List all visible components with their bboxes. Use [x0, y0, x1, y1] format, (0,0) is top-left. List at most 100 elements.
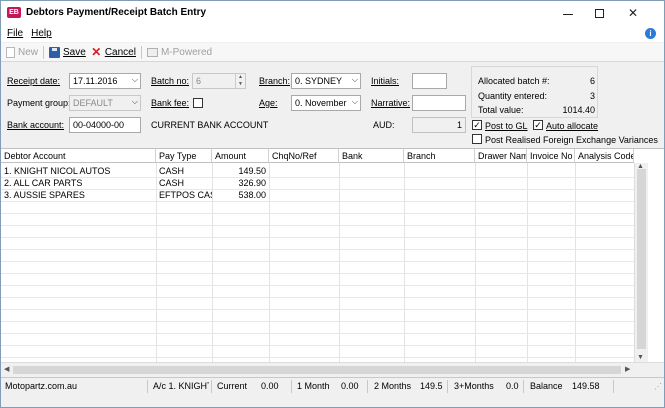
- status-1month-value: 0.00: [341, 381, 359, 391]
- menu-bar: File Help i: [1, 25, 664, 42]
- auto-allocate-checkbox[interactable]: ✓: [533, 120, 543, 130]
- close-icon: ✕: [627, 6, 639, 20]
- branch-select[interactable]: 0. SYDNEY ⌵: [291, 73, 361, 89]
- allocated-batch-row: Allocated batch #: 6: [478, 76, 595, 86]
- checkmark-icon: ✓: [534, 119, 542, 130]
- status-separator: [147, 380, 148, 393]
- toolbar-separator: [43, 45, 45, 59]
- grid-row-divider: [1, 357, 634, 358]
- payment-group-select[interactable]: DEFAULT ⌵: [69, 95, 141, 111]
- menu-help[interactable]: Help: [31, 28, 52, 39]
- status-2months-value: 149.5: [420, 381, 443, 391]
- age-label: Age:: [259, 98, 278, 108]
- column-header-drawer-name[interactable]: Drawer Name: [475, 149, 527, 163]
- app-logo-icon: EB: [7, 7, 21, 18]
- status-separator: [367, 380, 368, 393]
- new-button[interactable]: New: [6, 46, 38, 58]
- status-current-value: 0.00: [261, 381, 279, 391]
- post-fx-variances-checkbox[interactable]: [472, 134, 482, 144]
- quantity-label: Quantity entered:: [478, 91, 548, 101]
- cell-amount[interactable]: 149.50: [212, 165, 269, 177]
- cell-amount[interactable]: 538.00: [212, 189, 269, 201]
- age-select[interactable]: 0. November ⌵: [291, 95, 361, 111]
- cell-debtor-account[interactable]: 1. KNIGHT NICOL AUTOS: [1, 165, 156, 177]
- batch-no-field[interactable]: 6 ▲ ▼: [192, 73, 246, 89]
- post-fx-variances-label: Post Realised Foreign Exchange Variances: [485, 135, 658, 145]
- cell-debtor-account[interactable]: 2. ALL CAR PARTS: [1, 177, 156, 189]
- grid-row-divider: [1, 285, 634, 286]
- branch-label: Branch:: [259, 76, 291, 86]
- spinner-arrows-icon[interactable]: ▲ ▼: [235, 74, 245, 88]
- cell-pay-type[interactable]: CASH: [156, 177, 212, 189]
- column-header-pay-type[interactable]: Pay Type: [156, 149, 212, 163]
- cancel-x-icon: ✕: [91, 45, 102, 59]
- vertical-scroll-thumb[interactable]: [637, 169, 646, 349]
- payment-group-value: DEFAULT: [73, 98, 113, 108]
- m-powered-icon: [146, 47, 158, 57]
- info-icon[interactable]: i: [645, 28, 656, 39]
- save-button[interactable]: Save: [49, 46, 86, 58]
- cell-amount[interactable]: 326.90: [212, 177, 269, 189]
- menu-file[interactable]: File: [7, 28, 23, 39]
- grid-row-divider: [1, 309, 634, 310]
- vertical-scrollbar[interactable]: ▲ ▼: [634, 163, 648, 363]
- bank-fee-checkbox[interactable]: [193, 98, 203, 108]
- maximize-icon: [594, 8, 604, 18]
- cell-pay-type[interactable]: EFTPOS CASH: [156, 189, 212, 201]
- resize-grip-icon[interactable]: ⋰: [654, 382, 662, 391]
- chevron-down-icon: ⌵: [131, 97, 138, 106]
- narrative-field[interactable]: [412, 95, 466, 111]
- grid-row-divider: [1, 237, 634, 238]
- grid-row-divider: [1, 249, 634, 250]
- status-3plus-label: 3+Months: [454, 381, 494, 391]
- status-separator: [291, 380, 292, 393]
- column-header-analysis-codes[interactable]: Analysis Codes: [575, 149, 634, 163]
- minimize-button[interactable]: [551, 1, 585, 25]
- status-bar: Motopartz.com.au A/c 1. KNIGHT Current 0…: [1, 377, 664, 394]
- currency-label: AUD:: [373, 120, 395, 130]
- close-button[interactable]: ✕: [616, 1, 650, 25]
- m-powered-button[interactable]: M-Powered: [146, 46, 213, 58]
- column-header-amount[interactable]: Amount: [212, 149, 269, 163]
- scroll-down-icon[interactable]: ▼: [637, 354, 644, 361]
- status-separator: [211, 380, 212, 393]
- status-current-label: Current: [217, 381, 248, 391]
- column-header-debtor-account[interactable]: Debtor Account: [1, 149, 156, 163]
- status-2months-label: 2 Months: [374, 381, 412, 391]
- grid-row-divider: [1, 213, 634, 214]
- column-header-bank[interactable]: Bank: [339, 149, 404, 163]
- grid-row-divider: [1, 225, 634, 226]
- cancel-button[interactable]: ✕ Cancel: [91, 45, 136, 59]
- checkmark-icon: ✓: [473, 119, 481, 130]
- column-header-invoice-no[interactable]: Invoice No: [527, 149, 575, 163]
- post-to-gl-checkbox[interactable]: ✓: [472, 120, 482, 130]
- post-to-gl-label: Post to GL: [485, 121, 528, 131]
- cell-pay-type[interactable]: CASH: [156, 165, 212, 177]
- column-header-chqno-ref[interactable]: ChqNo/Ref: [269, 149, 339, 163]
- receipt-date-field[interactable]: 17.11.2016 ⌵: [69, 73, 141, 89]
- receipt-date-label: Receipt date:: [7, 76, 61, 86]
- total-label: Total value:: [478, 105, 524, 115]
- currency-rate-field: 1: [412, 117, 466, 133]
- allocated-batch-label: Allocated batch #:: [478, 76, 550, 86]
- bank-fee-label: Bank fee:: [151, 98, 190, 108]
- status-balance-value: 149.58: [572, 381, 600, 391]
- title-bar: EB Debtors Payment/Receipt Batch Entry ✕: [1, 1, 664, 25]
- column-header-branch[interactable]: Branch: [404, 149, 475, 163]
- horizontal-scrollbar[interactable]: ◀ ▶: [1, 362, 664, 376]
- batch-entry-window: EB Debtors Payment/Receipt Batch Entry ✕…: [0, 0, 665, 408]
- status-3plus-value: 0.0: [506, 381, 519, 391]
- horizontal-scroll-thumb[interactable]: [13, 366, 621, 374]
- total-value: 1014.40: [562, 105, 595, 115]
- maximize-button[interactable]: [582, 1, 616, 25]
- bank-account-field[interactable]: 00-04000-00: [69, 117, 141, 133]
- m-powered-label: M-Powered: [160, 46, 213, 58]
- batch-no-value: 6: [196, 76, 202, 86]
- cell-debtor-account[interactable]: 3. AUSSIE SPARES: [1, 189, 156, 201]
- receipt-date-value: 17.11.2016: [73, 76, 118, 86]
- initials-field[interactable]: [412, 73, 447, 89]
- status-separator: [447, 380, 448, 393]
- narrative-label: Narrative:: [371, 98, 411, 108]
- scroll-right-icon[interactable]: ▶: [625, 365, 630, 373]
- scroll-left-icon[interactable]: ◀: [4, 365, 9, 373]
